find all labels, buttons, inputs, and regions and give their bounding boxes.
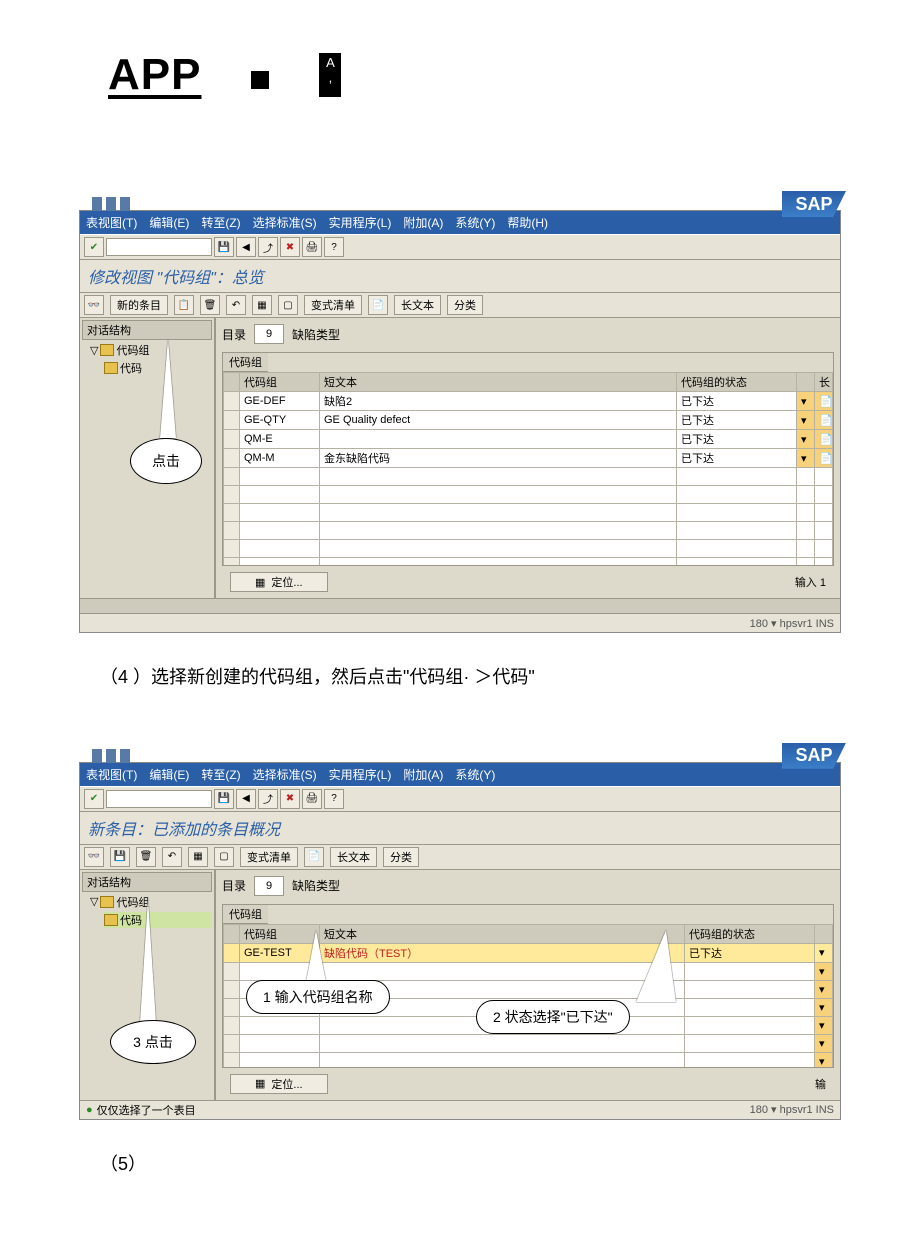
statusbar: 180 ▾ hpsvr1 INS	[80, 613, 840, 632]
new-entry-button[interactable]: 新的条目	[110, 295, 168, 315]
catalog-name: 缺陷类型	[292, 877, 340, 894]
step4-caption: （4 ）选择新创建的代码组，然后点击"代码组· ＞代码"	[100, 663, 820, 692]
table-row: GE-QTYGE Quality defect已下达▾📄	[224, 411, 833, 430]
step5-caption: （5）	[100, 1150, 920, 1176]
table-row: QM-M金东缺陷代码已下达▾📄	[224, 449, 833, 468]
col-long: 长	[815, 373, 833, 392]
folder-icon	[104, 914, 118, 926]
save-icon[interactable]: 💾	[214, 789, 234, 809]
back-icon[interactable]: ◀	[236, 237, 256, 257]
grid-tab: 代码组	[223, 905, 268, 924]
code-group-table[interactable]: 代码组 短文本 代码组的状态 长 GE-DEF缺陷2已下达▾📄 GE-QTYGE…	[223, 372, 833, 566]
annotation-bubble-click: 点击	[130, 438, 202, 484]
folder-icon	[104, 362, 118, 374]
catalog-value[interactable]	[254, 876, 284, 896]
deselect-icon[interactable]: ▢	[214, 847, 234, 867]
classify-button[interactable]: 分类	[447, 295, 483, 315]
statusbar: ● 仅仅选择了一个表目 180 ▾ hpsvr1 INS	[80, 1100, 840, 1119]
print-icon[interactable]: 🖨	[302, 789, 322, 809]
delete-icon[interactable]: 🗑	[200, 295, 220, 315]
annotation-bubble-1: 1 输入代码组名称	[246, 980, 390, 1014]
tree-item-code[interactable]: 代码	[104, 912, 212, 928]
app-toolbar: ✔ 💾 ◀ ⤴ ✖ 🖨 ?	[80, 234, 840, 260]
deselect-icon[interactable]: ▢	[278, 295, 298, 315]
print-icon[interactable]: 🖨	[302, 237, 322, 257]
col-status: 代码组的状态	[685, 924, 815, 943]
cancel-icon[interactable]: ✖	[280, 237, 300, 257]
exit-icon[interactable]: ⤴	[258, 237, 278, 257]
input-counter: 输入 1	[795, 574, 826, 590]
variant-list-button[interactable]: 变式清单	[240, 847, 298, 867]
view-title: 新条目：已添加的条目概况	[80, 812, 840, 845]
view-toolbar: 👓 新的条目 📋 🗑 ↶ ▦ ▢ 变式清单 📄 长文本 分类	[80, 293, 840, 318]
help-icon[interactable]: ?	[324, 789, 344, 809]
save-icon[interactable]: 💾	[214, 237, 234, 257]
catalog-label: 目录	[222, 326, 246, 343]
col-text: 短文本	[320, 373, 677, 392]
window-h-scrollbar[interactable]	[80, 598, 840, 613]
input-counter: 输	[815, 1076, 826, 1092]
col-code: 代码组	[240, 373, 320, 392]
position-button[interactable]: ▦定位...	[230, 1074, 328, 1094]
annotation-bubble-2: 2 状态选择"已下达"	[476, 1000, 630, 1034]
app-toolbar: ✔ 💾 ◀ ⤴ ✖ 🖨 ?	[80, 786, 840, 812]
sap-logo: SAP	[782, 191, 846, 217]
tree-pane: 对话结构 ▽ 代码组 代码 点击	[80, 318, 216, 598]
position-button[interactable]: ▦定位...	[230, 572, 328, 592]
longtext-icon[interactable]: 📄	[304, 847, 324, 867]
doc-title: APP	[108, 50, 201, 100]
display-change-icon[interactable]: 👓	[84, 847, 104, 867]
status-ok-icon: ●	[86, 1104, 93, 1116]
table-row: GE-DEF缺陷2已下达▾📄	[224, 392, 833, 411]
col-text: 短文本	[320, 924, 685, 943]
catalog-value[interactable]	[254, 324, 284, 344]
annotation-bubble-3: 3 点击	[110, 1020, 196, 1064]
main-pane: 目录 缺陷类型 代码组 代码组 短文本 代码组的状态 长	[216, 318, 840, 598]
longtext-icon[interactable]: 📄	[368, 295, 388, 315]
cancel-icon[interactable]: ✖	[280, 789, 300, 809]
catalog-label: 目录	[222, 877, 246, 894]
select-all-icon[interactable]: ▦	[188, 847, 208, 867]
select-all-icon[interactable]: ▦	[252, 295, 272, 315]
screenshot-1: SAP 表视图(T) 编辑(E) 转至(Z) 选择标准(S) 实用程序(L) 附…	[79, 210, 841, 633]
display-change-icon[interactable]: 👓	[84, 295, 104, 315]
delete-icon[interactable]: 🗑	[136, 847, 156, 867]
copy-icon[interactable]: 📋	[174, 295, 194, 315]
undo-icon[interactable]: ↶	[162, 847, 182, 867]
main-pane: 目录 缺陷类型 代码组 代码组 短文本 代码组的状态	[216, 870, 840, 1100]
folder-icon	[100, 896, 114, 908]
command-field[interactable]	[106, 238, 212, 256]
catalog-name: 缺陷类型	[292, 326, 340, 343]
screenshot-2: SAP 表视图(T) 编辑(E) 转至(Z) 选择标准(S) 实用程序(L) 附…	[79, 762, 841, 1120]
tree-title: 对话结构	[82, 320, 212, 340]
undo-icon[interactable]: ↶	[226, 295, 246, 315]
longtext-button[interactable]: 长文本	[330, 847, 377, 867]
classify-button[interactable]: 分类	[383, 847, 419, 867]
decoration-dot	[251, 71, 269, 89]
save-icon[interactable]: 💾	[110, 847, 130, 867]
tree-item-code[interactable]: 代码	[104, 360, 212, 376]
help-icon[interactable]: ?	[324, 237, 344, 257]
ok-icon[interactable]: ✔	[84, 237, 104, 257]
sap-logo: SAP	[782, 743, 846, 769]
col-status: 代码组的状态	[677, 373, 797, 392]
command-field[interactable]	[106, 790, 212, 808]
longtext-button[interactable]: 长文本	[394, 295, 441, 315]
tree-title: 对话结构	[82, 872, 212, 892]
document-heading: APP A ,	[108, 50, 920, 100]
grid-tab: 代码组	[223, 353, 268, 372]
tree-pane: 对话结构 ▽ 代码组 代码 3 点击	[80, 870, 216, 1100]
folder-icon	[100, 344, 114, 356]
back-icon[interactable]: ◀	[236, 789, 256, 809]
view-toolbar: 👓 💾 🗑 ↶ ▦ ▢ 变式清单 📄 长文本 分类	[80, 845, 840, 870]
exit-icon[interactable]: ⤴	[258, 789, 278, 809]
table-row: QM-E已下达▾📄	[224, 430, 833, 449]
tree-item-codegroup[interactable]: ▽ 代码组	[90, 342, 212, 358]
variant-list-button[interactable]: 变式清单	[304, 295, 362, 315]
ok-icon[interactable]: ✔	[84, 789, 104, 809]
view-title: 修改视图 "代码组"：总览	[80, 260, 840, 293]
decoration-pill: A ,	[319, 53, 341, 97]
